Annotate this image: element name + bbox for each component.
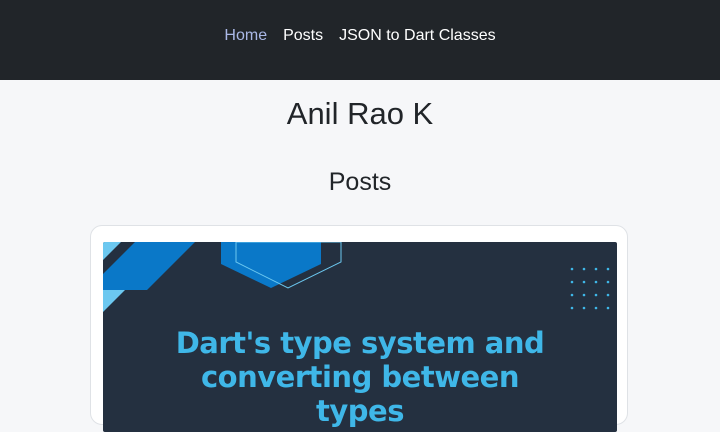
cover-title-line-1: Dart's type system and	[175, 326, 545, 360]
cover-title: Dart's type system and converting betwee…	[103, 326, 617, 428]
cover-title-line-3: types	[316, 394, 404, 428]
top-navbar: Home Posts JSON to Dart Classes	[0, 0, 720, 80]
posts-heading: Posts	[328, 168, 392, 196]
post-card[interactable]: Dart's type system and converting betwee…	[90, 225, 628, 432]
nav-link-posts[interactable]: Posts	[283, 27, 323, 45]
nav-link-home[interactable]: Home	[224, 27, 267, 45]
stripe-light-shape	[103, 242, 121, 260]
nav-links: Home Posts JSON to Dart Classes	[224, 27, 495, 45]
site-title: Anil Rao K	[286, 96, 434, 131]
post-cover-image[interactable]: Dart's type system and converting betwee…	[103, 242, 617, 432]
cover-title-line-2: converting between	[200, 360, 520, 394]
stripe-dark-shape	[103, 242, 195, 290]
stripe-light-shape-2	[103, 290, 125, 312]
dot-grid	[570, 267, 610, 310]
nav-link-json-to-dart[interactable]: JSON to Dart Classes	[339, 27, 495, 45]
